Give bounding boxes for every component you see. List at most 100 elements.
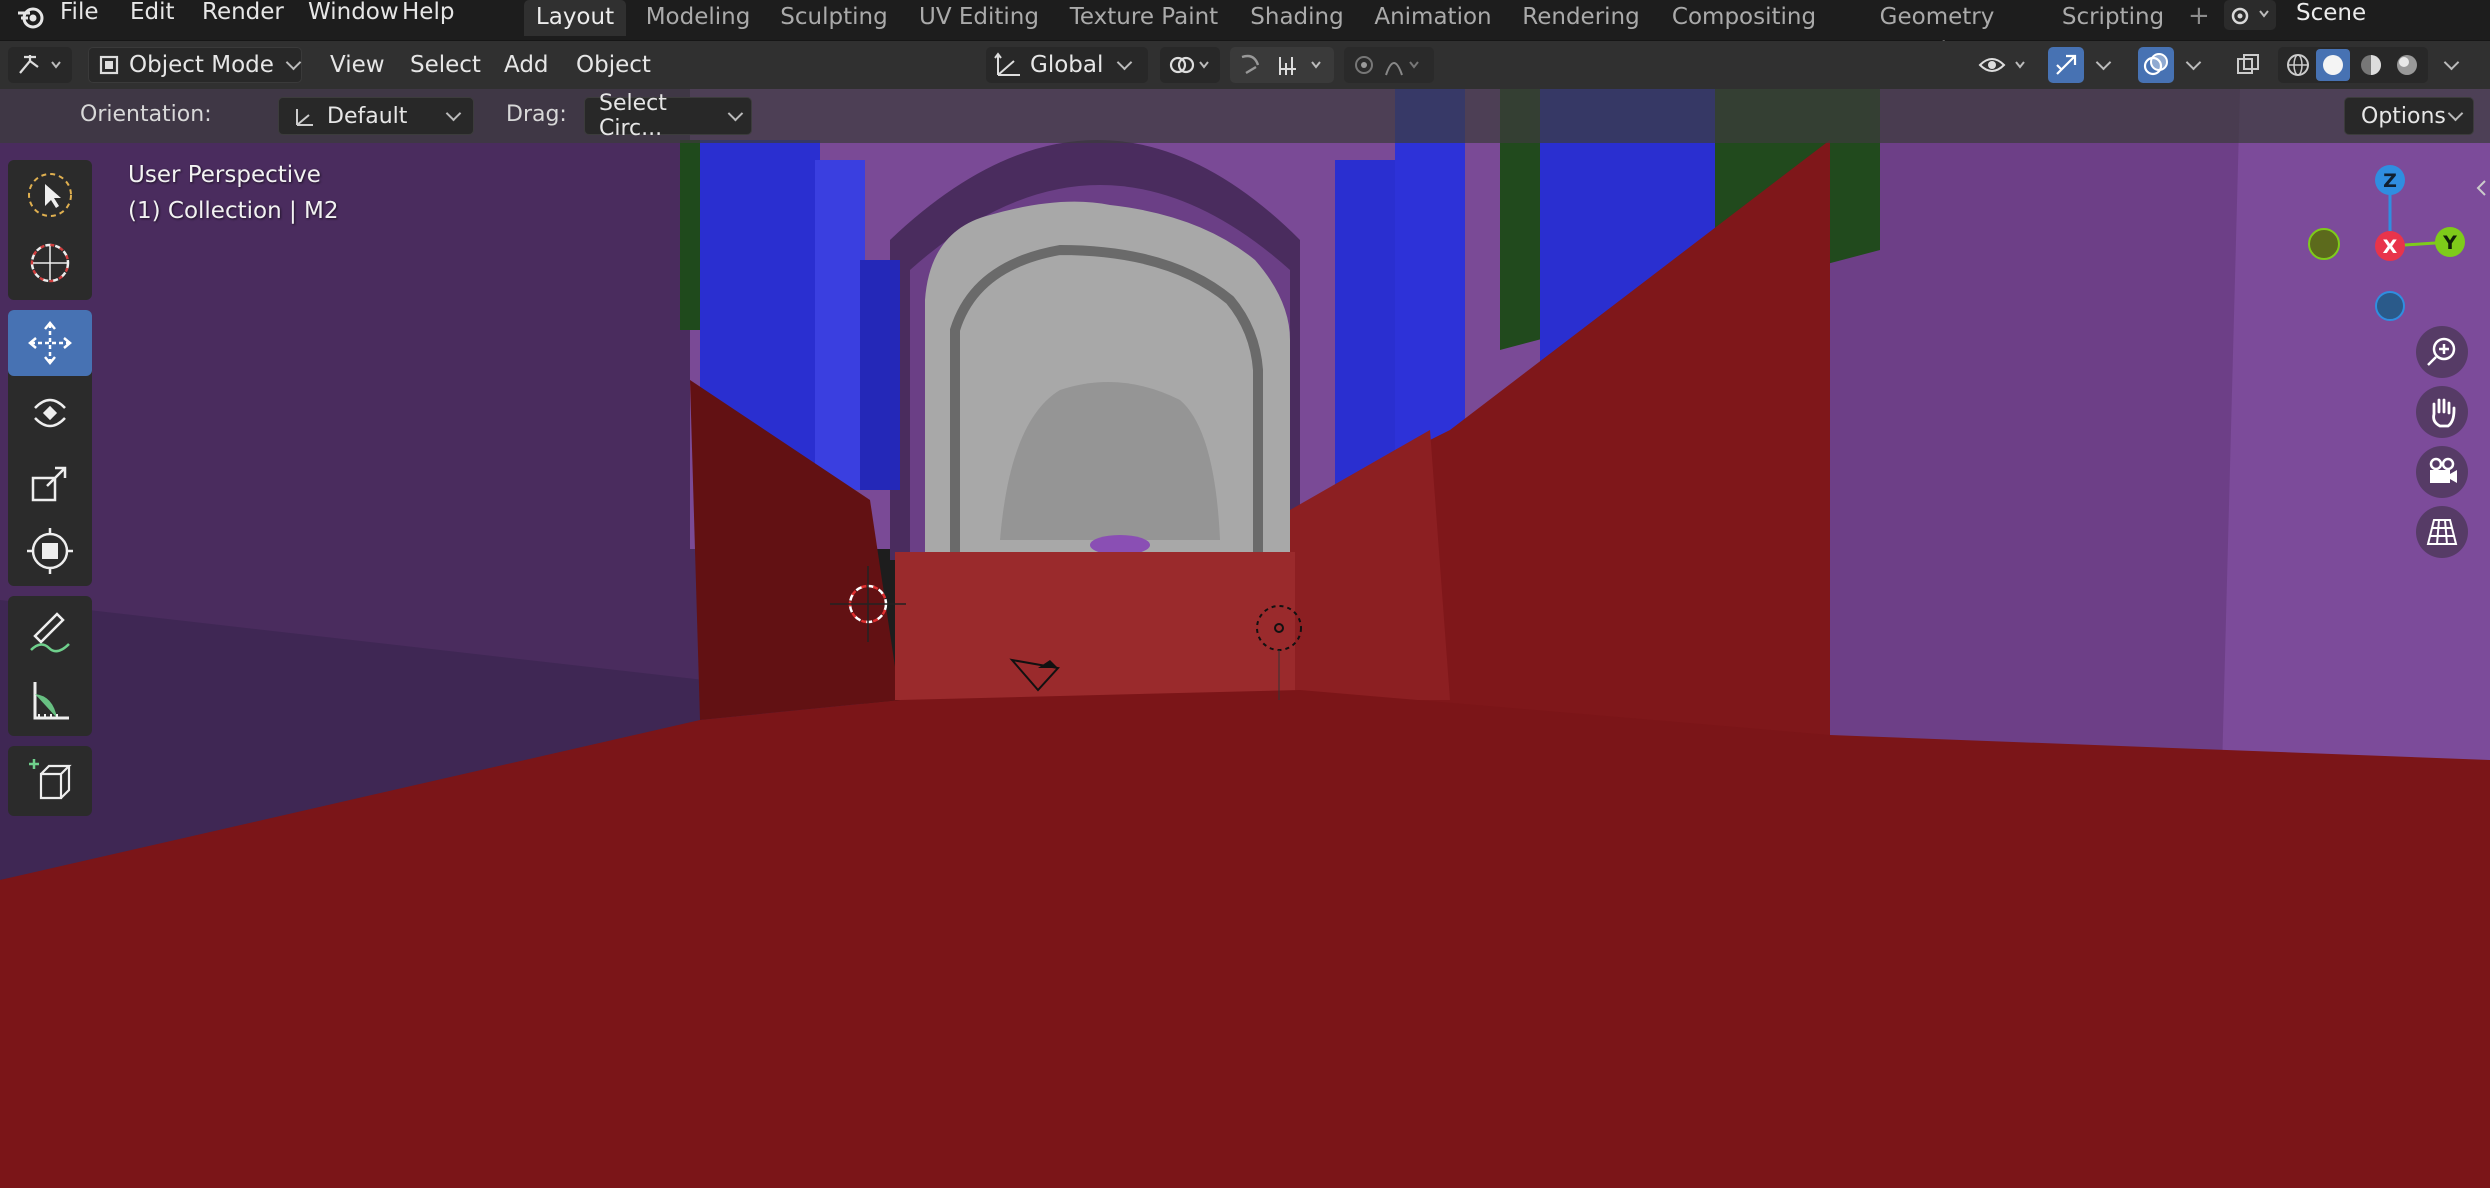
transform-tool-button[interactable] bbox=[8, 518, 92, 584]
chevron-down-icon bbox=[445, 105, 462, 121]
rotate-tool-button[interactable] bbox=[8, 380, 92, 446]
chevron-left-icon bbox=[2476, 180, 2486, 196]
measure-tool-button[interactable] bbox=[8, 668, 92, 734]
toolbar-group-select bbox=[8, 160, 92, 300]
chevron-down-icon bbox=[2185, 54, 2202, 70]
tab-compositing[interactable]: Compositing bbox=[1664, 0, 1824, 36]
navigation-gizmo[interactable]: Z Y X bbox=[2300, 160, 2490, 330]
annotate-tool-button[interactable] bbox=[8, 600, 92, 666]
gizmo-dropdown[interactable] bbox=[2088, 47, 2122, 83]
tab-sculpting[interactable]: Sculpting bbox=[774, 0, 894, 36]
zoom-magnifier-icon bbox=[2427, 337, 2456, 366]
gizmo-toggle[interactable] bbox=[2048, 47, 2084, 83]
toolbar-group-add bbox=[8, 746, 92, 816]
editor-type-button[interactable] bbox=[8, 47, 72, 83]
blender-logo-icon[interactable] bbox=[8, 0, 54, 34]
visibility-button[interactable] bbox=[1972, 47, 2036, 83]
menu-view[interactable]: View bbox=[330, 47, 385, 83]
editor-type-icon bbox=[19, 55, 61, 74]
orientation-axes-icon bbox=[994, 52, 1020, 76]
viewport-3d[interactable] bbox=[0, 89, 2490, 1188]
camera-icon bbox=[2429, 457, 2457, 483]
scale-tool-button[interactable] bbox=[8, 450, 92, 516]
chevron-down-icon bbox=[2443, 54, 2460, 70]
proportional-editing-toggle[interactable] bbox=[1344, 47, 1434, 83]
menu-render[interactable]: Render bbox=[202, 0, 284, 26]
select-box-icon bbox=[28, 173, 72, 217]
tab-modeling[interactable]: Modeling bbox=[640, 0, 756, 36]
options-dropdown[interactable]: Options bbox=[2344, 97, 2474, 135]
solid-shading-icon[interactable] bbox=[2323, 55, 2343, 75]
gizmo-arrow-icon bbox=[2056, 54, 2077, 75]
blue-pillar bbox=[815, 160, 865, 490]
scene-name-field[interactable]: Scene bbox=[2282, 0, 2490, 30]
select-tool-button[interactable] bbox=[8, 162, 92, 228]
eye-icon bbox=[1978, 58, 2025, 72]
zoom-button[interactable] bbox=[2416, 326, 2468, 378]
add-cube-icon bbox=[29, 759, 72, 800]
mode-selector-label: Object Mode bbox=[129, 52, 274, 78]
neg-z-axis-icon[interactable] bbox=[2375, 291, 2405, 321]
tab-uv-editing[interactable]: UV Editing bbox=[912, 0, 1046, 36]
tab-shading[interactable]: Shading bbox=[1242, 0, 1352, 36]
view-name-text: User Perspective bbox=[128, 162, 321, 188]
green-backdrop-left bbox=[680, 140, 700, 330]
tool-settings-header: Orientation: Default Drag: Select Circ..… bbox=[0, 89, 2490, 143]
scene-selector-button[interactable] bbox=[2224, 0, 2276, 30]
add-workspace-button[interactable]: + bbox=[2188, 0, 2210, 34]
transform-orientation-selector[interactable]: Global bbox=[986, 47, 1148, 83]
annotate-pencil-icon bbox=[30, 612, 70, 653]
mode-selector[interactable]: Object Mode bbox=[88, 47, 302, 83]
transform-icon bbox=[27, 528, 73, 574]
z-axis-label: Z bbox=[2383, 170, 2397, 192]
camera-view-button[interactable] bbox=[2416, 446, 2468, 498]
scale-icon bbox=[31, 466, 67, 502]
rendered-shading-icon[interactable] bbox=[2397, 55, 2417, 75]
menu-object[interactable]: Object bbox=[576, 47, 651, 83]
menu-select[interactable]: Select bbox=[410, 47, 481, 83]
overlays-toggle[interactable] bbox=[2138, 47, 2174, 83]
orientation-label: Global bbox=[1030, 52, 1104, 78]
tab-rendering[interactable]: Rendering bbox=[1516, 0, 1646, 36]
pivot-point-button[interactable] bbox=[1160, 47, 1220, 83]
add-cube-tool-button[interactable] bbox=[8, 748, 92, 814]
pivot-link-icon bbox=[1169, 56, 1209, 74]
toolbar-group-annotate bbox=[8, 596, 92, 736]
move-tool-button[interactable] bbox=[8, 310, 92, 376]
ortho-toggle-button[interactable] bbox=[2416, 506, 2468, 558]
menu-help[interactable]: Help bbox=[402, 0, 454, 26]
drag-dropdown[interactable]: Select Circ... bbox=[584, 91, 752, 141]
overlays-icon bbox=[2143, 53, 2168, 76]
tab-animation[interactable]: Animation bbox=[1370, 0, 1496, 36]
cursor-tool-button[interactable] bbox=[8, 230, 92, 296]
material-shading-icon[interactable] bbox=[2361, 55, 2381, 75]
blue-pillar bbox=[860, 260, 900, 490]
drag-value: Select Circ... bbox=[599, 91, 667, 141]
orientation-dropdown[interactable]: Default bbox=[278, 97, 474, 135]
rotate-icon bbox=[34, 398, 66, 428]
orientation-label: Orientation: bbox=[80, 102, 212, 127]
menu-file[interactable]: File bbox=[60, 0, 99, 26]
xray-toggle[interactable] bbox=[2228, 47, 2268, 83]
x-axis-label: X bbox=[2383, 236, 2398, 258]
cursor-icon bbox=[30, 243, 70, 283]
overlays-dropdown[interactable] bbox=[2178, 47, 2212, 83]
sidebar-toggle[interactable] bbox=[2472, 176, 2490, 200]
object-mode-icon bbox=[99, 55, 119, 75]
menu-edit[interactable]: Edit bbox=[130, 0, 175, 26]
chevron-down-icon bbox=[285, 54, 302, 70]
shading-dropdown[interactable] bbox=[2436, 47, 2470, 83]
tab-geometry-nodes[interactable]: Geometry Nodes bbox=[1842, 0, 2032, 64]
tab-layout[interactable]: Layout bbox=[524, 0, 626, 36]
wireframe-shading-icon[interactable] bbox=[2287, 54, 2309, 76]
neg-y-axis-icon[interactable] bbox=[2308, 228, 2340, 260]
move-arrows-icon bbox=[28, 321, 72, 365]
central-red-block bbox=[895, 552, 1295, 700]
snap-toggle[interactable] bbox=[1230, 47, 1334, 83]
tab-texture-paint[interactable]: Texture Paint bbox=[1064, 0, 1224, 36]
menu-add[interactable]: Add bbox=[504, 47, 549, 83]
toolbar-group-transform bbox=[8, 310, 92, 586]
menu-window[interactable]: Window bbox=[308, 0, 399, 26]
pan-button[interactable] bbox=[2416, 386, 2468, 438]
tab-scripting[interactable]: Scripting bbox=[2052, 0, 2174, 36]
